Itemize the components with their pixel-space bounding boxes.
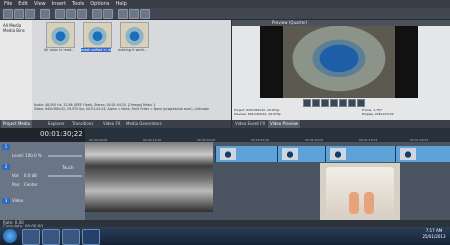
status-bar: Rate: 0.00 Complete: 00:00:00	[0, 220, 450, 229]
system-clock: 7:17 AM 25/01/2013	[420, 228, 448, 240]
next-frame-icon[interactable]	[348, 99, 356, 107]
menu-help[interactable]: Help	[115, 0, 126, 8]
foot-left	[349, 192, 359, 214]
taskbar-icon[interactable]	[22, 229, 40, 245]
preview-display-line: Display: 226x127x32	[362, 112, 394, 116]
menu-tools[interactable]: Tools	[72, 0, 84, 8]
cut-icon[interactable]	[55, 9, 65, 19]
menu-view[interactable]: View	[34, 0, 46, 8]
zoom-tool-icon[interactable]	[140, 9, 150, 19]
event-thumbnail	[400, 148, 416, 160]
media-thumbnail[interactable]	[46, 22, 75, 48]
undo-icon[interactable]	[92, 9, 102, 19]
clock-date: 25/01/2013	[422, 234, 446, 239]
menu-file[interactable]: File	[4, 0, 12, 8]
tab-project-media[interactable]: Project Media	[1, 120, 32, 128]
taskbar-icon[interactable]	[42, 229, 60, 245]
track-level-label: Level: 100.0 %	[12, 153, 42, 158]
save-icon[interactable]	[25, 9, 35, 19]
event-thumbnail	[330, 148, 346, 160]
edit-tool-icon[interactable]	[118, 9, 128, 19]
open-icon[interactable]	[14, 9, 24, 19]
track-header-1[interactable]: 1 Level: 100.0 %	[0, 142, 85, 163]
render-icon[interactable]	[40, 9, 50, 19]
start-button[interactable]	[3, 229, 17, 243]
media-thumbnail-caption: making it work...	[118, 48, 148, 52]
media-thumbnails: All color in read... mask softed in re..…	[34, 22, 229, 58]
track-vol-label: Vol:	[12, 173, 20, 178]
video-event[interactable]	[277, 146, 326, 162]
display-value: 226x127x32	[374, 112, 394, 116]
media-thumbnail-caption: mask softed in re...	[81, 48, 111, 52]
media-tree: All Media Media Bins	[0, 20, 32, 120]
preview-value: 320x180x32, 29.970p	[247, 112, 281, 116]
go-to-end-icon[interactable]	[357, 99, 365, 107]
track-header-3[interactable]: 3 Video	[0, 196, 85, 221]
video-event[interactable]	[325, 146, 396, 162]
preview-info: Project: 640x360x32, 29.970p Preview: 32…	[232, 108, 450, 120]
timeline-ruler[interactable]: 00:00:00;00 00:00:15;00 00:00:30;00 00:0…	[85, 128, 450, 142]
tree-item-media-bins[interactable]: Media Bins	[3, 28, 25, 33]
track-pan-label: Pan:	[12, 182, 21, 187]
track-headers: 1 Level: 100.0 % 2 Vol: 0.0 dB Pan: Cent…	[0, 142, 85, 221]
overlay-video-frame	[320, 163, 400, 220]
menu-insert[interactable]: Insert	[52, 0, 66, 8]
tab-video-event-fx[interactable]: Video Event FX	[233, 120, 267, 128]
menu-bar: File Edit View Insert Tools Options Help	[0, 0, 450, 8]
video-event[interactable]	[215, 146, 278, 162]
loop-icon[interactable]	[303, 99, 311, 107]
track-header-2[interactable]: 2 Vol: 0.0 dB Pan: Center Touch	[0, 162, 85, 197]
previous-frame-icon[interactable]	[339, 99, 347, 107]
track-pan-value: Center	[24, 182, 38, 187]
track-automation-mode[interactable]: Touch	[62, 165, 73, 170]
media-video-info: Video: 640x360x32, 29.970 fps, 00:01:04:…	[34, 107, 210, 111]
track-number: 1	[2, 144, 10, 150]
taskbar-icon[interactable]	[82, 229, 100, 245]
copy-icon[interactable]	[66, 9, 76, 19]
foot-right	[364, 192, 374, 214]
windows-taskbar	[0, 227, 450, 245]
track-level-slider[interactable]	[48, 155, 82, 157]
preview-video	[260, 26, 418, 98]
media-thumbnail[interactable]	[83, 22, 112, 48]
track-vol-slider[interactable]	[48, 175, 82, 177]
menu-edit[interactable]: Edit	[18, 0, 28, 8]
redo-icon[interactable]	[103, 9, 113, 19]
track-number: 2	[2, 164, 10, 170]
track-vol-value: 0.0 dB	[24, 173, 37, 178]
event-thumbnail	[282, 148, 298, 160]
stop-icon[interactable]	[330, 99, 338, 107]
envelope-tool-icon[interactable]	[129, 9, 139, 19]
tab-transitions[interactable]: Transitions	[70, 120, 95, 128]
timeline-video-frame-bw	[85, 142, 213, 212]
preview-frame	[283, 26, 395, 98]
display-label: Display:	[362, 112, 374, 116]
bathtub-image	[326, 167, 394, 217]
track-name: Video	[12, 198, 24, 203]
media-info-panel: Audio: 48,000 Hz, 32 Bit (IEEE Float), S…	[34, 103, 230, 117]
menu-options[interactable]: Options	[90, 0, 109, 8]
new-icon[interactable]	[3, 9, 13, 19]
video-event[interactable]	[395, 146, 450, 162]
transport-controls	[303, 98, 373, 107]
event-thumbnail	[220, 148, 236, 160]
pause-icon[interactable]	[321, 99, 329, 107]
tab-media-generators[interactable]: Media Generators	[124, 120, 164, 128]
track-number: 3	[2, 198, 10, 204]
tab-explorer[interactable]: Explorer	[46, 120, 67, 128]
video-events-strip	[215, 146, 450, 162]
preview-label: Preview:	[234, 112, 247, 116]
timecode-display: 00:01:30;22	[40, 130, 83, 138]
main-toolbar	[0, 8, 450, 20]
media-thumbnail-caption: All color in read...	[44, 48, 74, 52]
media-tabs: Project Media Explorer Transitions Video…	[0, 120, 231, 128]
tab-video-preview[interactable]: Video Preview	[268, 120, 301, 128]
preview-tabs: Video Event FX Video Preview	[232, 120, 450, 128]
preview-preview-line: Preview: 320x180x32, 29.970p	[234, 112, 281, 116]
paste-icon[interactable]	[77, 9, 87, 19]
taskbar-icon[interactable]	[62, 229, 80, 245]
play-icon[interactable]	[312, 99, 320, 107]
tab-video-fx[interactable]: Video FX	[101, 120, 123, 128]
media-thumbnail[interactable]	[120, 22, 149, 48]
